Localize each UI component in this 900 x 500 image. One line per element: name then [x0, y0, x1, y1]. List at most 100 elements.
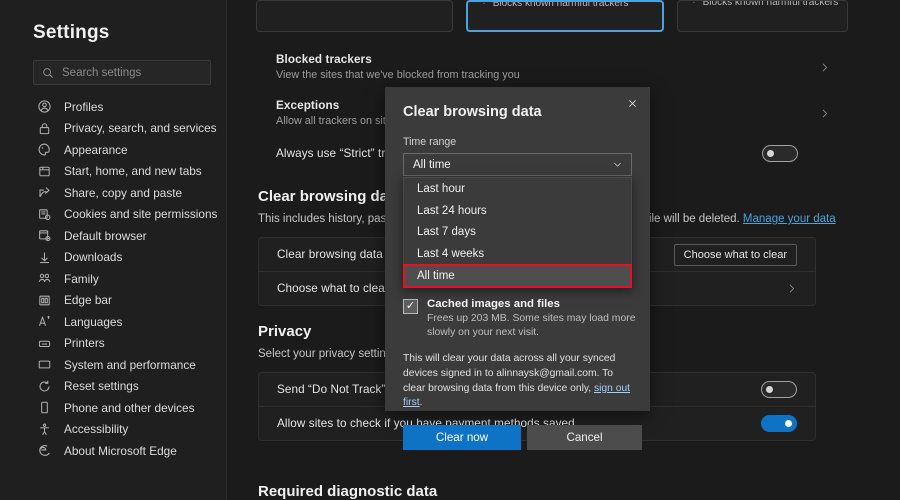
- time-range-label: Time range: [385, 120, 650, 148]
- dropdown-option-last-7-days[interactable]: Last 7 days: [404, 222, 631, 244]
- sidebar-item-label: Privacy, search, and services: [64, 121, 217, 135]
- sidebar-item-edge-bar[interactable]: Edge bar: [0, 290, 226, 312]
- sidebar-item-label: Edge bar: [64, 293, 112, 307]
- cached-images-label: Cached images and files: [427, 298, 636, 310]
- sidebar-item-label: Phone and other devices: [64, 401, 195, 415]
- settings-sidebar: Settings Profiles Privacy, search, and s…: [0, 0, 227, 500]
- clear-browsing-data-dialog: Clear browsing data Time range All time …: [385, 87, 650, 411]
- sidebar-item-label: Accessibility: [64, 422, 128, 436]
- tracking-card-balanced[interactable]: Blocks known harmful trackers: [256, 0, 453, 32]
- close-glyph: [627, 98, 638, 109]
- bullet-dot: ·: [692, 0, 695, 8]
- search-settings-box[interactable]: [33, 60, 211, 85]
- sidebar-item-label: Start, home, and new tabs: [64, 164, 202, 178]
- monitor-icon: [37, 357, 52, 372]
- sidebar-item-start-home-new-tabs[interactable]: Start, home, and new tabs: [0, 161, 226, 183]
- languages-icon: [37, 314, 52, 329]
- sidebar-item-label: Profiles: [64, 100, 103, 114]
- share-icon: [37, 185, 52, 200]
- sidebar-item-label: Appearance: [64, 143, 128, 157]
- sidebar-item-label: Languages: [64, 315, 122, 329]
- toggle-payment-methods[interactable]: [761, 415, 797, 432]
- sidebar-item-label: Family: [64, 272, 99, 286]
- palette-icon: [37, 142, 52, 157]
- section-title-required-diagnostic-data: Required diagnostic data: [258, 483, 437, 500]
- default-browser-icon: [37, 228, 52, 243]
- tracking-card-strict[interactable]: · Blocks known harmful trackers: [466, 0, 664, 32]
- sidebar-item-reset-settings[interactable]: Reset settings: [0, 376, 226, 398]
- cached-images-description: Frees up 203 MB. Some sites may load mor…: [427, 312, 636, 339]
- time-range-dropdown: Last hour Last 24 hours Last 7 days Last…: [403, 177, 632, 288]
- lock-icon: [37, 121, 52, 136]
- tracking-card-bullet-text: Blocks known harmful trackers: [493, 0, 629, 9]
- sidebar-item-label: Cookies and site permissions: [64, 207, 217, 221]
- tracking-prevention-cards: Blocks known harmful trackers · Blocks kn…: [256, 0, 848, 32]
- toggle-knob: [766, 386, 773, 393]
- search-input[interactable]: [62, 67, 202, 79]
- sidebar-item-languages[interactable]: Languages: [0, 311, 226, 333]
- sidebar-item-family[interactable]: Family: [0, 268, 226, 290]
- sidebar-item-label: Downloads: [64, 250, 122, 264]
- family-icon: [37, 271, 52, 286]
- sidebar-item-appearance[interactable]: Appearance: [0, 139, 226, 161]
- sidebar-item-default-browser[interactable]: Default browser: [0, 225, 226, 247]
- option-label: Last hour: [417, 183, 465, 195]
- dropdown-option-last-24-hours[interactable]: Last 24 hours: [404, 200, 631, 222]
- search-icon: [42, 67, 54, 79]
- sidebar-item-privacy-search-services[interactable]: Privacy, search, and services: [0, 118, 226, 140]
- sidebar-item-printers[interactable]: Printers: [0, 333, 226, 355]
- cancel-button[interactable]: Cancel: [527, 425, 642, 450]
- toggle-do-not-track[interactable]: [761, 381, 797, 398]
- dropdown-option-last-hour[interactable]: Last hour: [404, 178, 631, 200]
- sidebar-item-profiles[interactable]: Profiles: [0, 96, 226, 118]
- edge-logo-icon: [37, 443, 52, 458]
- sidebar-item-phone-other-devices[interactable]: Phone and other devices: [0, 397, 226, 419]
- cached-images-checkbox-row: ✓ Cached images and files Frees up 203 M…: [385, 294, 650, 339]
- tracking-card-third[interactable]: · Blocks known harmful trackers: [677, 0, 848, 32]
- clear-now-button[interactable]: Clear now: [403, 425, 521, 450]
- close-icon[interactable]: [621, 92, 643, 114]
- sidebar-item-label: Printers: [64, 336, 105, 350]
- home-tabs-icon: [37, 164, 52, 179]
- sidebar-item-about-microsoft-edge[interactable]: About Microsoft Edge: [0, 440, 226, 462]
- sidebar-item-label: Share, copy and paste: [64, 186, 182, 200]
- tracking-card-top-text: Blocks known harmful trackers: [271, 0, 407, 2]
- dropdown-option-last-4-weeks[interactable]: Last 4 weeks: [404, 243, 631, 265]
- printer-icon: [37, 336, 52, 351]
- chevron-right-icon: [819, 62, 830, 73]
- toggle-knob: [767, 150, 774, 157]
- page-title: Settings: [0, 0, 226, 44]
- manage-your-data-link[interactable]: Manage your data: [743, 213, 836, 225]
- option-label: Last 4 weeks: [417, 248, 484, 260]
- sidebar-item-accessibility[interactable]: Accessibility: [0, 419, 226, 441]
- sidebar-item-label: Reset settings: [64, 379, 139, 393]
- dialog-note: This will clear your data across all you…: [385, 339, 650, 410]
- toggle-knob: [785, 420, 792, 427]
- sidebar-item-downloads[interactable]: Downloads: [0, 247, 226, 269]
- dialog-note-text: This will clear your data across all you…: [403, 353, 615, 393]
- sidebar-item-cookies-site-permissions[interactable]: Cookies and site permissions: [0, 204, 226, 226]
- phone-icon: [37, 400, 52, 415]
- accessibility-icon: [37, 422, 52, 437]
- choose-what-to-clear-button[interactable]: Choose what to clear: [674, 244, 797, 266]
- row-blocked-trackers[interactable]: Blocked trackers View the sites that we'…: [258, 44, 848, 90]
- cached-images-checkbox[interactable]: ✓: [403, 299, 418, 314]
- download-icon: [37, 250, 52, 265]
- settings-page: Settings Profiles Privacy, search, and s…: [0, 0, 900, 500]
- dropdown-option-all-time[interactable]: All time: [404, 265, 631, 287]
- reset-icon: [37, 379, 52, 394]
- bullet-dot: ·: [482, 0, 485, 9]
- option-label: All time: [417, 270, 455, 282]
- sidebar-item-share-copy-paste[interactable]: Share, copy and paste: [0, 182, 226, 204]
- time-range-select[interactable]: All time: [403, 153, 632, 176]
- chevron-right-icon: [786, 283, 797, 294]
- edge-bar-icon: [37, 293, 52, 308]
- sidebar-item-system-performance[interactable]: System and performance: [0, 354, 226, 376]
- profile-icon: [37, 99, 52, 114]
- dialog-note-period: .: [420, 397, 423, 408]
- chevron-right-icon: [819, 108, 830, 119]
- toggle-always-strict[interactable]: [762, 145, 798, 162]
- cookie-permissions-icon: [37, 207, 52, 222]
- tracking-card-bullet-text: Blocks known harmful trackers: [703, 0, 839, 8]
- dialog-buttons: Clear now Cancel: [385, 411, 650, 450]
